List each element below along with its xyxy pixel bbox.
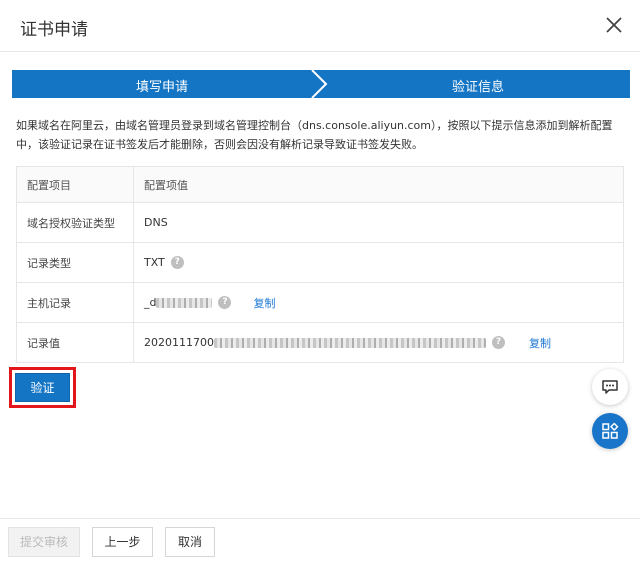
- table-row: 记录类型 TXT?: [16, 242, 624, 283]
- row-value: _d? 复制: [133, 282, 624, 323]
- copy-host-record-link[interactable]: 复制: [253, 297, 275, 310]
- row-value: 2020111700? 复制: [133, 322, 624, 363]
- table-header-row: 配置项目 配置项值: [16, 166, 624, 203]
- submit-review-button[interactable]: 提交审核: [8, 527, 80, 557]
- row-label: 记录值: [16, 322, 134, 363]
- previous-step-button[interactable]: 上一步: [92, 527, 153, 557]
- table-row: 记录值 2020111700? 复制: [16, 322, 624, 363]
- verify-button[interactable]: 验证: [15, 373, 70, 402]
- dialog-header: 证书申请: [0, 0, 640, 52]
- record-type-value: TXT: [144, 255, 165, 269]
- close-icon[interactable]: [604, 15, 624, 35]
- blurred-text: [214, 337, 486, 348]
- question-circle-icon[interactable]: ?: [170, 256, 184, 270]
- row-label: 记录类型: [16, 242, 134, 283]
- instruction-text: 如果域名在阿里云，由域名管理员登录到域名管理控制台（dns.console.al…: [16, 119, 613, 151]
- host-record-value: _d: [144, 295, 157, 309]
- row-value: DNS: [133, 202, 624, 243]
- chat-button[interactable]: [592, 369, 628, 405]
- table-row: 域名授权验证类型 DNS: [16, 202, 624, 243]
- verify-highlight: 验证: [9, 367, 76, 408]
- step-verify-info: 验证信息: [451, 80, 504, 95]
- row-label: 域名授权验证类型: [16, 202, 134, 243]
- config-table: 配置项目 配置项值 域名授权验证类型 DNS 记录类型 TXT? 主机记录 _d…: [16, 166, 624, 363]
- chat-bubble-icon: [602, 380, 618, 394]
- apps-button[interactable]: [592, 413, 628, 449]
- dialog-title: 证书申请: [20, 20, 88, 40]
- cancel-button[interactable]: 取消: [165, 527, 215, 557]
- row-label: 主机记录: [16, 282, 134, 323]
- blurred-text: [156, 297, 213, 308]
- record-value-value: 2020111700: [144, 335, 214, 349]
- verify-type-value: DNS: [144, 216, 168, 229]
- header-config-value: 配置项值: [133, 166, 624, 203]
- question-circle-icon[interactable]: ?: [218, 296, 232, 309]
- row-value: TXT?: [133, 242, 624, 283]
- header-config-item: 配置项目: [16, 166, 134, 203]
- step-fill-application: 填写申请: [135, 80, 188, 95]
- dialog-footer: 提交审核 上一步 取消: [0, 518, 640, 561]
- question-circle-icon[interactable]: ?: [492, 336, 505, 349]
- step-progress: 填写申请 验证信息: [12, 70, 630, 98]
- copy-record-value-link[interactable]: 复制: [529, 337, 551, 350]
- table-row: 主机记录 _d? 复制: [16, 282, 624, 323]
- apps-grid-icon: [602, 422, 619, 439]
